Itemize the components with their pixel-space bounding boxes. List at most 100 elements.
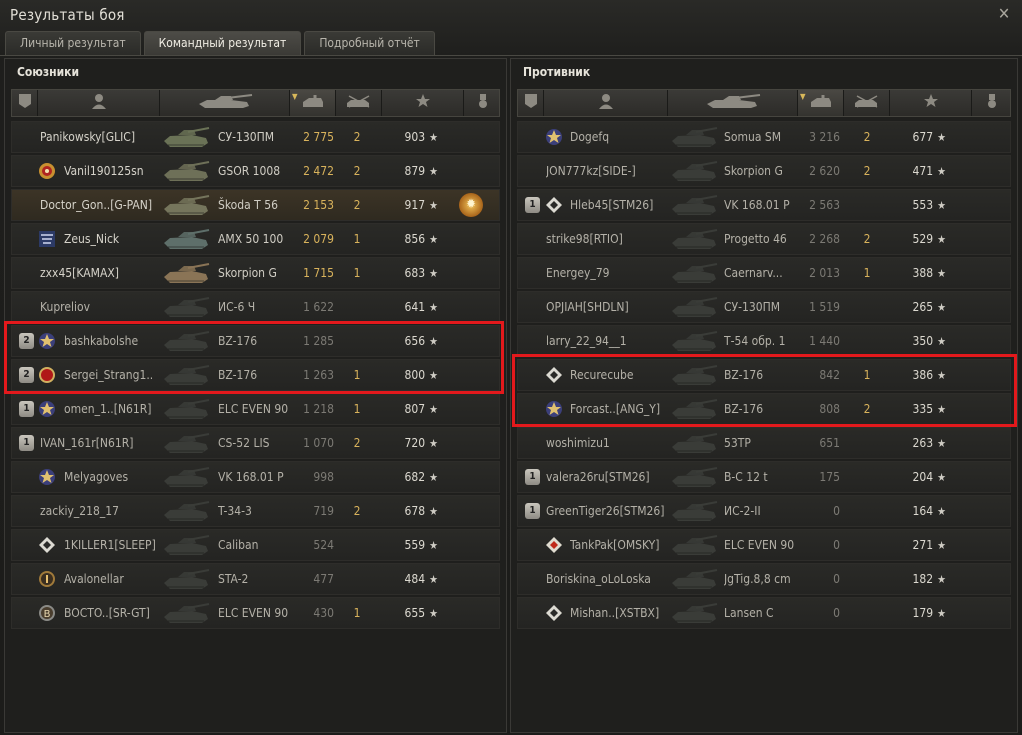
experience-value: 350 ★ (886, 326, 946, 356)
player-row[interactable]: 1 IVAN_161r[N61R] CS-52 LIS 1 070 2 720 ★ (11, 427, 500, 459)
experience-number: 350 (912, 334, 934, 348)
experience-icon-header[interactable] (382, 90, 464, 116)
player-row[interactable]: OPJIAH[SHDLN] СУ-130ПМ 1 519 265 ★ (517, 291, 1011, 323)
experience-value: 641 ★ (378, 292, 438, 322)
player-row[interactable]: 1 GreenTiger26[STM26] ИС-2-II 0 164 ★ (517, 495, 1011, 527)
star-icon: ★ (429, 267, 438, 280)
player-row[interactable]: Doctor_Gon..[G-PAN] Škoda T 56 2 153 2 917 ★ ✹ (11, 189, 500, 221)
diamond-red-icon (545, 536, 563, 554)
medal-icon[interactable]: ✹ (459, 193, 483, 217)
player-row[interactable]: B BOCTO..[SR-GT] ELC EVEN 90 430 1 655 ★ (11, 597, 500, 629)
tab-team[interactable]: Командный результат (143, 31, 302, 55)
damage-icon-header[interactable]: ▼ (798, 90, 844, 116)
sort-arrow-icon: ▼ (800, 92, 806, 101)
player-row[interactable]: Kupreliov ИС-6 Ч1 622 641 ★ (11, 291, 500, 323)
tank-icon (162, 329, 210, 353)
damage-value: 1 070 (303, 436, 334, 450)
player-row[interactable]: 1 valera26ru[STM26] В-С 12 t 175 204 ★ (517, 461, 1011, 493)
player-row[interactable]: Melyagoves VK 168.01 P 998 682 ★ (11, 461, 500, 493)
tank-icon (162, 227, 210, 251)
experience-value: 856 ★ (378, 224, 438, 254)
star-icon: ★ (937, 233, 946, 246)
tank-icon-header[interactable] (160, 90, 290, 116)
player-row[interactable]: zxx45[KAMAX] Skorpion G1 715 1 683 ★ (11, 257, 500, 289)
player-row[interactable]: Dogefq Somua SM 3 216 2 677 ★ (517, 121, 1011, 153)
experience-number: 265 (912, 300, 934, 314)
tab-personal[interactable]: Личный результат (5, 31, 141, 55)
damage-value: 842 (819, 368, 840, 382)
player-row[interactable]: 1 omen_1..[N61R] ELC EVEN 90 1 218 1 807 ★ (11, 393, 500, 425)
player-row[interactable]: Energey_79 Caernarv... 2 013 1 388 ★ (517, 257, 1011, 289)
player-row[interactable]: Avalonellar STA-2 477 484 ★ (11, 563, 500, 595)
player-icon (91, 93, 107, 113)
player-row[interactable]: TankPak[OMSKY] ELC EVEN 90 0 271 ★ (517, 529, 1011, 561)
player-icon (598, 93, 614, 113)
player-row[interactable]: Mishan..[XSTBX] Lansen C 0 179 ★ (517, 597, 1011, 629)
platoon-icon: 1 (525, 503, 540, 519)
player-row[interactable]: Vanil190125sn GSOR 1008 2 472 2 879 ★ (11, 155, 500, 187)
vehicle-type-icon (18, 93, 32, 113)
player-row[interactable]: Zeus_Nick AMX 50 100 2 079 1 856 ★ (11, 223, 500, 255)
star-icon: ★ (937, 539, 946, 552)
star-icon: ★ (937, 335, 946, 348)
experience-number: 271 (912, 538, 934, 552)
experience-value: 655 ★ (378, 598, 438, 628)
enemies-panel: Противник ▼ Dogefq Somua SM 3 216 2 677 ★ JON77… (510, 58, 1018, 733)
experience-value: 807 ★ (378, 394, 438, 424)
experience-value: 678 ★ (378, 496, 438, 526)
medal-column-icon-header[interactable] (972, 90, 1012, 116)
svg-text:B: B (44, 609, 51, 620)
experience-icon-header[interactable] (890, 90, 972, 116)
star-icon: ★ (937, 403, 946, 416)
damage-icon (301, 93, 325, 113)
tank-icon (670, 329, 718, 353)
frags-value: 2 (353, 504, 361, 518)
player-icon-header[interactable] (544, 90, 668, 116)
player-row[interactable]: zackiy_218_17 T-34-3 719 2 678 ★ (11, 495, 500, 527)
damage-value: 998 (313, 470, 334, 484)
tank-name: CS-52 LIS (218, 436, 270, 450)
damage-value: 1 263 (303, 368, 334, 382)
frags-value: 2 (353, 130, 361, 144)
player-row[interactable]: 1KILLER1[SLEEP] Caliban 524 559 ★ (11, 529, 500, 561)
player-row[interactable]: Panikowsky[GLIC] СУ-130ПМ 2 775 2 903 ★ (11, 121, 500, 153)
tab-detailed[interactable]: Подробный отчёт (304, 31, 435, 55)
player-row[interactable]: Recurecube BZ-176 842 1 386 ★ (517, 359, 1011, 391)
frags-icon (345, 93, 373, 113)
experience-number: 179 (912, 606, 934, 620)
experience-number: 682 (404, 470, 426, 484)
close-icon[interactable]: ✕ (994, 4, 1014, 24)
frags-icon-header[interactable] (844, 90, 890, 116)
player-row[interactable]: JON777kz[SIDE-] Skorpion G2 620 2 471 ★ (517, 155, 1011, 187)
vehicle-type-icon-header[interactable] (518, 90, 544, 116)
player-row[interactable]: strike98[RTIO] Progetto 46 2 268 2 529 ★ (517, 223, 1011, 255)
damage-value: 430 (313, 606, 334, 620)
player-row[interactable]: 2 Sergei_Strang1.. BZ-176 1 263 1 800 ★ (11, 359, 500, 391)
experience-value: 388 ★ (886, 258, 946, 288)
player-row[interactable]: Boriskina_oLoLoska JgTig.8,8 cm 0 182 ★ (517, 563, 1011, 595)
frags-value (852, 530, 882, 560)
player-row[interactable]: Forcast..[ANG_Y] BZ-176 808 2 335 ★ (517, 393, 1011, 425)
experience-number: 559 (404, 538, 426, 552)
star-icon: ★ (429, 607, 438, 620)
frags-icon-header[interactable] (336, 90, 382, 116)
one-icon (38, 570, 56, 588)
player-icon-header[interactable] (38, 90, 160, 116)
frags-value: 1 (863, 266, 871, 280)
star-icon: ★ (937, 369, 946, 382)
player-row[interactable]: 1 Hleb45[STM26] VK 168.01 P2 563 553 ★ (517, 189, 1011, 221)
frags-value (852, 462, 882, 492)
experience-number: 800 (404, 368, 426, 382)
player-row[interactable]: larry_22_94__1 Т-54 обр. 11 440 350 ★ (517, 325, 1011, 357)
player-row[interactable]: woshimizu1 53TP 651 263 ★ (517, 427, 1011, 459)
tank-icon (705, 93, 761, 113)
window-title: Результаты боя (10, 6, 125, 24)
diamond-icon (545, 366, 563, 384)
experience-value: 800 ★ (378, 360, 438, 390)
tank-icon-header[interactable] (668, 90, 798, 116)
medal-column-icon-header[interactable] (464, 90, 501, 116)
damage-value: 808 (819, 402, 840, 416)
damage-icon-header[interactable]: ▼ (290, 90, 336, 116)
player-row[interactable]: 2 bashkabolshe BZ-176 1 285 656 ★ (11, 325, 500, 357)
vehicle-type-icon-header[interactable] (12, 90, 38, 116)
